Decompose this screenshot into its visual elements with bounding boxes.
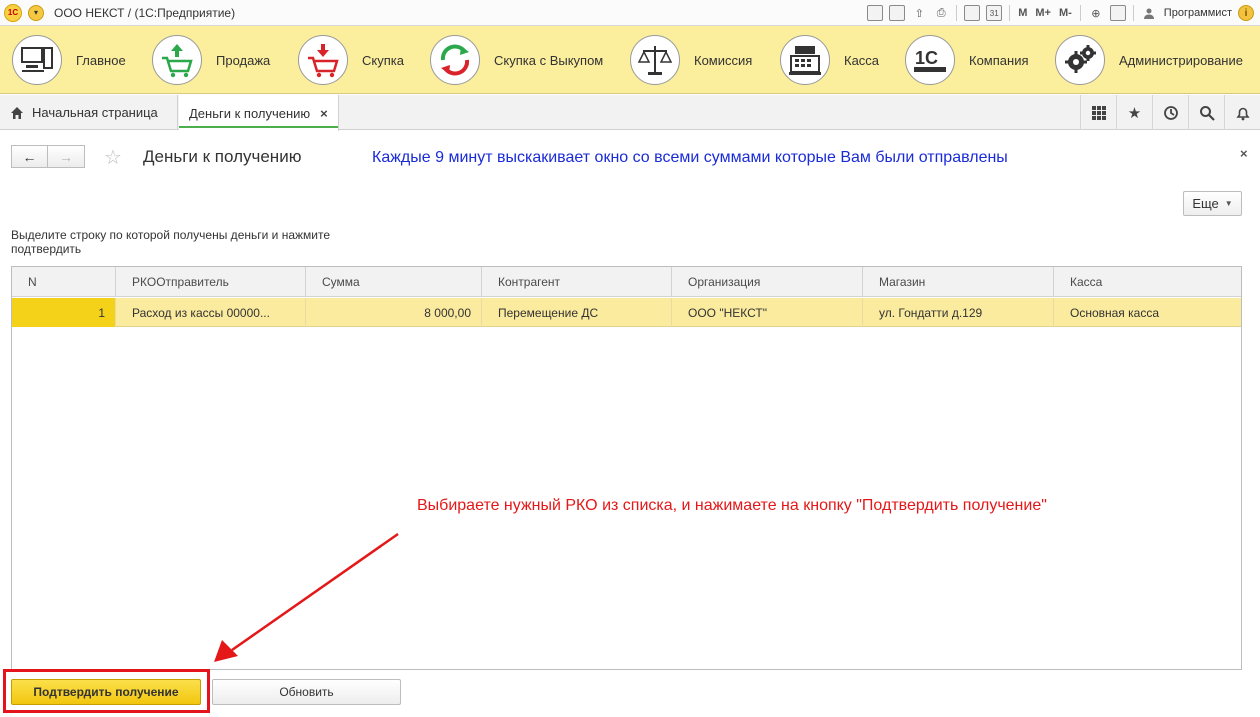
title-bar: 1С ▾ ООО НЕКСТ / (1С:Предприятие) ⇧ ⎙ 31…: [0, 0, 1260, 26]
section-commission[interactable]: Комиссия: [630, 26, 752, 94]
navigation-buttons: ← →: [11, 145, 85, 168]
cell-n: 1: [12, 298, 116, 327]
column-header-organization[interactable]: Организация: [672, 267, 863, 297]
upload-icon[interactable]: ⇧: [911, 5, 927, 21]
table-header: N РКООтправитель Сумма Контрагент Органи…: [12, 267, 1241, 297]
print-preview-icon[interactable]: [889, 5, 906, 21]
table-row[interactable]: 1 Расход из кассы 00000... 8 000,00 Пере…: [12, 298, 1241, 327]
tabs-tools: ★: [1080, 95, 1260, 130]
more-label: Еще: [1192, 196, 1219, 211]
cell-rko-sender: Расход из кассы 00000...: [116, 298, 306, 327]
section-cash[interactable]: Касса: [780, 26, 879, 94]
refresh-button[interactable]: Обновить: [212, 679, 401, 705]
favorites-star-icon[interactable]: ★: [1116, 95, 1152, 130]
section-label: Скупка с Выкупом: [494, 52, 604, 68]
tabs-bar: Начальная страница Деньги к получению × …: [0, 95, 1260, 131]
section-label: Комиссия: [694, 52, 753, 68]
section-main[interactable]: Главное: [12, 26, 126, 94]
printer-icon[interactable]: ⎙: [933, 5, 949, 21]
main-menu-chevron-down-icon[interactable]: ▾: [28, 4, 44, 21]
notifications-bell-icon[interactable]: [1224, 95, 1260, 130]
page-title: Деньги к получению: [143, 147, 302, 166]
tab-label: Начальная страница: [32, 105, 158, 120]
toolbar-divider: [1132, 5, 1134, 21]
gears-icon: [1055, 35, 1105, 85]
svg-text:1C: 1C: [915, 48, 938, 68]
column-header-store[interactable]: Магазин: [863, 267, 1054, 297]
calculator-icon[interactable]: [964, 5, 981, 21]
section-label: Продажа: [216, 52, 271, 68]
annotation-blue: Каждые 9 минут выскакивает окно со всеми…: [372, 149, 1008, 166]
scales-icon: [630, 35, 680, 85]
user-name[interactable]: Программист: [1164, 7, 1232, 19]
instruction-text: Выделите строку по которой получены день…: [11, 228, 331, 256]
section-label: Компания: [969, 52, 1029, 68]
info-icon[interactable]: i: [1238, 5, 1254, 21]
section-sales[interactable]: Продажа: [152, 26, 270, 94]
computer-icon: [12, 35, 62, 85]
section-administration[interactable]: Администрирование: [1055, 26, 1243, 94]
section-label: Администрирование: [1119, 52, 1243, 68]
cell-amount: 8 000,00: [306, 298, 482, 327]
toolbar-divider: [956, 5, 958, 21]
more-button[interactable]: Еще ▼: [1183, 191, 1242, 216]
annotation-red: Выбираете нужный РКО из списка, и нажима…: [417, 497, 1047, 514]
section-buying[interactable]: Скупка: [298, 26, 404, 94]
1c-company-icon: 1C: [905, 35, 955, 85]
section-label: Касса: [844, 52, 880, 68]
tab-close-icon[interactable]: ×: [320, 106, 328, 121]
section-label: Скупка: [362, 52, 404, 68]
save-icon[interactable]: [867, 5, 884, 21]
search-icon[interactable]: [1188, 95, 1224, 130]
cash-register-icon: [780, 35, 830, 85]
column-header-amount[interactable]: Сумма: [306, 267, 482, 297]
title-toolbar: ⇧ ⎙ 31 M M+ M- ⊕ Программист i: [864, 0, 1260, 26]
chevron-down-icon: ▼: [1224, 199, 1233, 208]
column-header-cash-desk[interactable]: Касса: [1054, 267, 1241, 297]
sections-panel: Главное Продажа Скупка Скупка с Выкупом …: [0, 26, 1260, 94]
tab-money-to-receive[interactable]: Деньги к получению ×: [179, 95, 339, 131]
confirm-receipt-button[interactable]: Подтвердить получение: [11, 679, 201, 705]
back-button[interactable]: ←: [11, 145, 48, 168]
history-icon[interactable]: [1152, 95, 1188, 130]
cell-organization: ООО "НЕКСТ": [672, 298, 863, 327]
calendar-icon[interactable]: 31: [986, 5, 1003, 21]
cart-up-icon: [152, 35, 202, 85]
cell-store: ул. Гондатти д.129: [863, 298, 1054, 327]
toolbar-divider: [1009, 5, 1011, 21]
user-icon: [1141, 5, 1157, 21]
form-close-icon[interactable]: ×: [1240, 146, 1248, 161]
home-icon: [11, 106, 23, 119]
memory-button[interactable]: M: [1018, 7, 1027, 19]
panel-layout-icon[interactable]: [1109, 5, 1126, 21]
column-header-counterparty[interactable]: Контрагент: [482, 267, 672, 297]
section-buying-redemption[interactable]: Скупка с Выкупом: [430, 26, 603, 94]
1c-logo-icon[interactable]: 1С: [4, 3, 22, 22]
column-header-n[interactable]: N: [12, 267, 116, 297]
zoom-icon[interactable]: ⊕: [1088, 5, 1104, 21]
memory-subtract-button[interactable]: M-: [1059, 7, 1072, 19]
favorite-star-icon[interactable]: ☆: [104, 145, 122, 170]
cart-down-icon: [298, 35, 348, 85]
tab-label: Деньги к получению: [189, 105, 311, 121]
toolbar-divider: [1079, 5, 1081, 21]
receipts-table: N РКООтправитель Сумма Контрагент Органи…: [11, 266, 1242, 670]
app-title: ООО НЕКСТ / (1С:Предприятие): [54, 5, 236, 20]
section-company[interactable]: 1C Компания: [905, 26, 1029, 94]
functions-grid-icon[interactable]: [1080, 95, 1116, 130]
cycle-arrows-icon: [430, 35, 480, 85]
cell-cash-desk: Основная касса: [1070, 305, 1160, 320]
forward-button[interactable]: →: [48, 145, 85, 168]
cell-counterparty: Перемещение ДС: [482, 298, 672, 327]
memory-add-button[interactable]: M+: [1035, 7, 1051, 19]
column-header-rko-sender[interactable]: РКООтправитель: [116, 267, 306, 297]
section-label: Главное: [76, 52, 126, 68]
tab-home[interactable]: Начальная страница: [0, 95, 178, 130]
